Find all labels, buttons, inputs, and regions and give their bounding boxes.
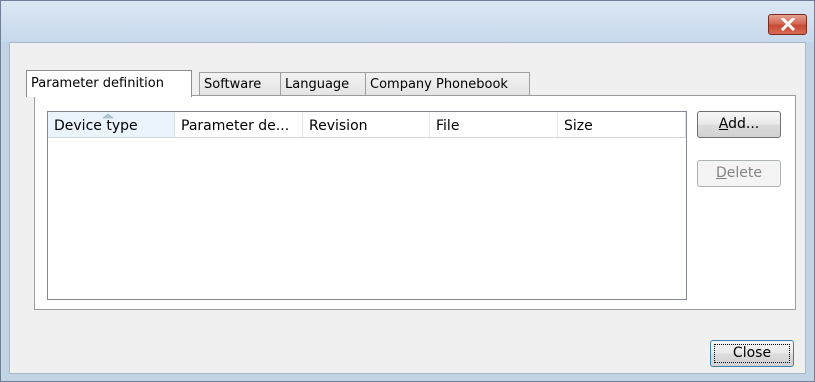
column-header-parameter-description[interactable]: Parameter de...	[175, 112, 303, 137]
focus-indicator	[714, 344, 790, 363]
close-button[interactable]: Close	[710, 340, 794, 367]
column-label: Revision	[309, 118, 368, 134]
delete-label: elete	[726, 165, 762, 181]
sort-ascending-icon	[102, 113, 114, 119]
tab-parameter-definition[interactable]: Parameter definition	[26, 70, 192, 97]
column-label: Size	[564, 118, 593, 134]
add-label: dd...	[728, 116, 760, 132]
tab-panel: Device type Parameter de... Revision Fil…	[34, 95, 796, 310]
tab-software[interactable]: Software	[199, 72, 281, 96]
column-header-file[interactable]: File	[430, 112, 558, 137]
column-label: File	[436, 118, 460, 134]
title-bar	[1, 1, 814, 42]
close-icon	[781, 18, 795, 31]
delete-button[interactable]: Delete	[697, 160, 781, 187]
delete-mnemonic: D	[716, 165, 727, 181]
tab-company-phonebook[interactable]: Company Phonebook	[365, 72, 530, 96]
add-button[interactable]: Add...	[697, 111, 781, 138]
tab-language[interactable]: Language	[280, 72, 366, 96]
column-header-revision[interactable]: Revision	[303, 112, 430, 137]
column-header-device-type[interactable]: Device type	[48, 112, 175, 137]
window-close-button[interactable]	[768, 14, 807, 35]
column-header-size[interactable]: Size	[558, 112, 686, 137]
dialog-window: Parameter definition Software Language C…	[0, 0, 815, 382]
column-label: Parameter de...	[181, 118, 290, 134]
file-list[interactable]: Device type Parameter de... Revision Fil…	[47, 111, 687, 300]
list-header: Device type Parameter de... Revision Fil…	[48, 112, 686, 138]
column-label: Device type	[54, 118, 138, 134]
dialog-client-area: Parameter definition Software Language C…	[9, 42, 806, 374]
add-mnemonic: A	[718, 116, 729, 132]
